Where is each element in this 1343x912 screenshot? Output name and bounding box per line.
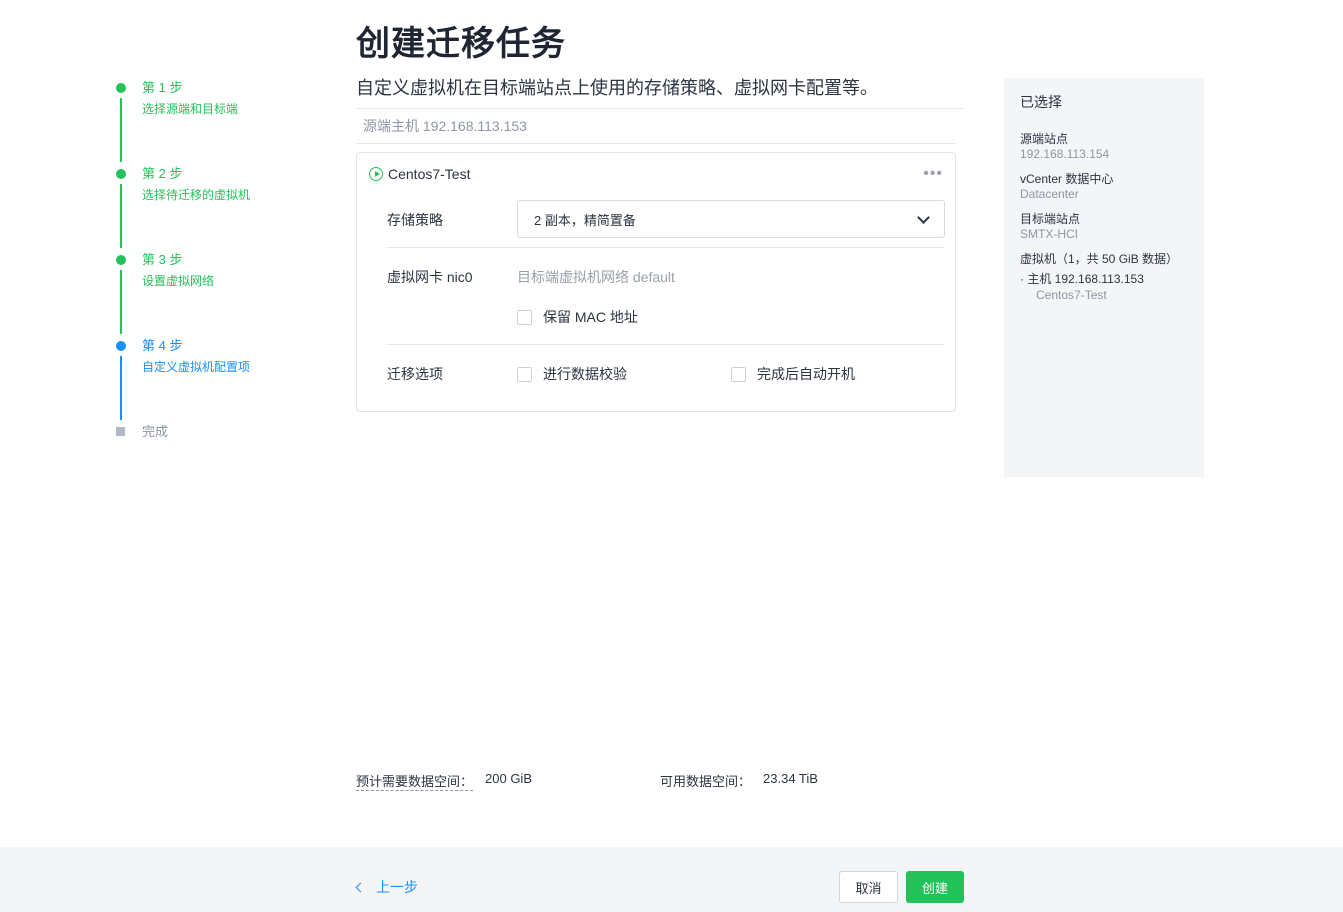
step-connector (120, 356, 122, 420)
step-done-square-icon (116, 427, 125, 436)
checkbox-icon (517, 366, 532, 382)
vm-header: Centos7-Test (369, 166, 470, 182)
steps-sidebar: 第 1 步 选择源端和目标端 第 2 步 选择待迁移的虚拟机 第 3 步 设置虚… (113, 78, 333, 452)
chevron-down-icon (917, 211, 930, 224)
needed-space-value: 200 GiB (485, 771, 532, 786)
step-connector (120, 98, 122, 162)
cancel-button[interactable]: 取消 (839, 871, 898, 903)
vcenter-value: Datacenter (1020, 187, 1079, 201)
page-title: 创建迁移任务 (356, 25, 566, 63)
divider (356, 143, 956, 144)
summary-title: 已选择 (1020, 94, 1062, 110)
step-2[interactable]: 第 2 步 选择待迁移的虚拟机 (113, 164, 333, 250)
nic-label: 虚拟网卡 nic0 (387, 269, 473, 285)
migration-options-label: 迁移选项 (387, 366, 443, 382)
step-2-dot-icon (116, 169, 126, 179)
data-verify-checkbox[interactable]: 进行数据校验 (517, 364, 627, 384)
vm-count-label: 虚拟机（1，共 50 GiB 数据） (1020, 252, 1179, 266)
storage-policy-select[interactable]: 2 副本，精简置备 (517, 200, 945, 238)
vm-name: Centos7-Test (388, 166, 471, 182)
step-3-description: 设置虚拟网络 (142, 274, 215, 288)
chevron-left-icon (355, 882, 366, 892)
available-space-label: 可用数据空间： (660, 774, 752, 789)
step-3[interactable]: 第 3 步 设置虚拟网络 (113, 250, 333, 336)
data-verify-label: 进行数据校验 (543, 366, 627, 382)
step-3-number: 第 3 步 (142, 252, 183, 267)
checkbox-icon (517, 309, 532, 325)
footer-bar: 上一步 取消 创建 (0, 847, 1343, 912)
target-site-label: 目标端站点 (1020, 212, 1081, 226)
storage-policy-label: 存储策略 (387, 212, 443, 228)
divider (356, 108, 964, 109)
source-site-label: 源端站点 (1020, 132, 1069, 146)
back-label: 上一步 (376, 879, 418, 895)
step-1[interactable]: 第 1 步 选择源端和目标端 (113, 78, 333, 164)
nic-network-value: 目标端虚拟机网络 default (517, 269, 675, 285)
step-1-number: 第 1 步 (142, 80, 183, 95)
source-host-label: 源端主机 192.168.113.153 (363, 118, 527, 134)
summary-vm-name: Centos7-Test (1036, 288, 1107, 302)
divider (387, 247, 945, 248)
vm-config-card: Centos7-Test ••• 存储策略 2 副本，精简置备 虚拟网卡 nic… (356, 152, 956, 412)
selection-summary-panel: 已选择 源端站点 192.168.113.154 vCenter 数据中心 Da… (1004, 78, 1204, 477)
step-4-dot-icon (116, 341, 126, 351)
vcenter-label: vCenter 数据中心 (1020, 172, 1114, 186)
keep-mac-label: 保留 MAC 地址 (543, 309, 638, 325)
step-1-dot-icon (116, 83, 126, 93)
auto-start-label: 完成后自动开机 (757, 366, 855, 382)
summary-host: · 主机 192.168.113.153 (1020, 272, 1144, 286)
step-4: 第 4 步 自定义虚拟机配置项 (113, 336, 333, 422)
step-done: 完成 (113, 422, 333, 452)
page-subtitle: 自定义虚拟机在目标端站点上使用的存储策略、虚拟网卡配置等。 (356, 78, 878, 98)
needed-space-label[interactable]: 预计需要数据空间： (356, 771, 474, 791)
auto-start-checkbox[interactable]: 完成后自动开机 (731, 364, 855, 384)
divider (387, 344, 945, 345)
create-button[interactable]: 创建 (906, 871, 964, 903)
source-site-value: 192.168.113.154 (1020, 147, 1110, 161)
checkbox-icon (731, 366, 746, 382)
step-2-number: 第 2 步 (142, 166, 183, 181)
step-3-dot-icon (116, 255, 126, 265)
running-status-icon (369, 167, 383, 181)
keep-mac-checkbox[interactable]: 保留 MAC 地址 (517, 307, 638, 327)
step-1-description: 选择源端和目标端 (142, 102, 239, 116)
target-site-value: SMTX-HCI (1020, 227, 1078, 241)
more-options-icon[interactable]: ••• (923, 166, 943, 182)
needed-space: 预计需要数据空间： 200 GiB (356, 771, 532, 791)
step-connector (120, 184, 122, 248)
step-2-description: 选择待迁移的虚拟机 (142, 188, 251, 202)
available-space: 可用数据空间： 23.34 TiB (660, 771, 818, 790)
step-4-description: 自定义虚拟机配置项 (142, 360, 251, 374)
storage-policy-value: 2 副本，精简置备 (534, 212, 636, 228)
step-4-number: 第 4 步 (142, 338, 183, 353)
step-connector (120, 270, 122, 334)
back-button[interactable]: 上一步 (354, 877, 418, 897)
step-done-label: 完成 (142, 424, 169, 439)
available-space-value: 23.34 TiB (763, 771, 818, 786)
